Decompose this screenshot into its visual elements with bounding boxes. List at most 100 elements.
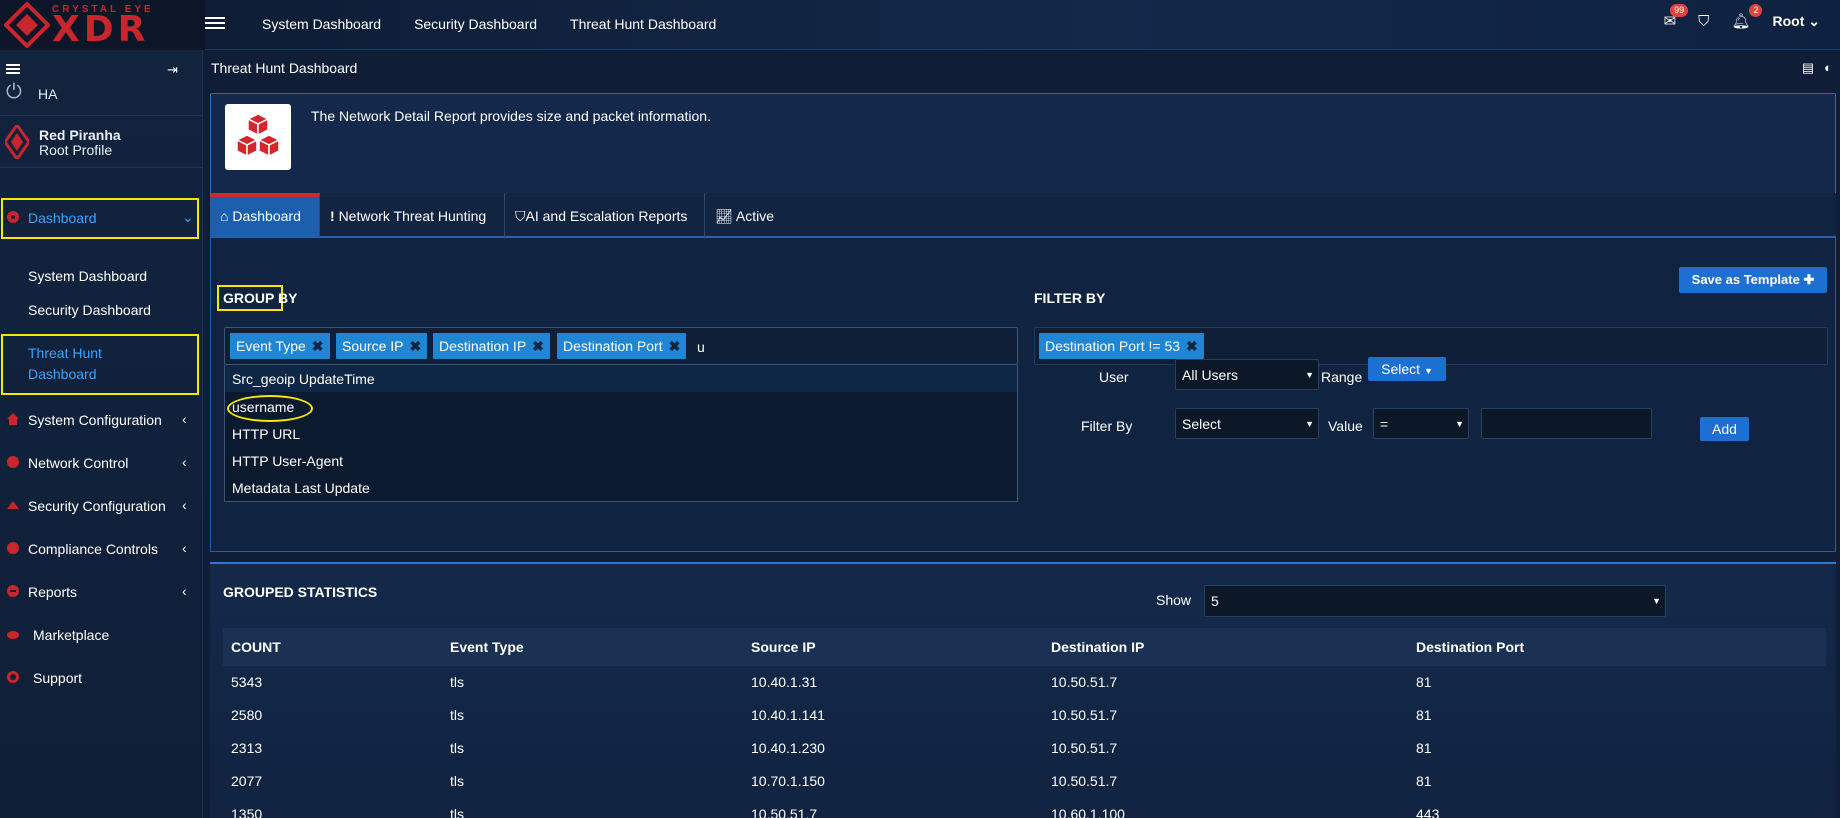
range-label: Range bbox=[1321, 369, 1363, 385]
show-count-value: 5 bbox=[1211, 593, 1219, 609]
tab-bar: ⌂ Dashboard ! Network Threat Hunting ⛉AI… bbox=[210, 193, 1836, 270]
topnav-system-dashboard[interactable]: System Dashboard bbox=[262, 16, 381, 32]
suggestion-item[interactable]: HTTP User-Agent bbox=[232, 453, 343, 469]
tab-label: AI and Escalation Reports bbox=[525, 208, 688, 224]
user-select-value: All Users bbox=[1182, 367, 1239, 383]
value-operator-select[interactable]: = ▼ bbox=[1373, 408, 1469, 439]
highlight-threat-hunt bbox=[1, 334, 199, 395]
save-template-label: Save as Template bbox=[1691, 272, 1800, 287]
sidebar-item-network-control[interactable]: Network Control ‹ bbox=[0, 442, 203, 484]
home-icon: ⌂ bbox=[220, 208, 229, 224]
table-row: 2580 tls 10.40.1.141 10.50.51.7 81 bbox=[223, 699, 1826, 732]
user-menu[interactable]: Root ⌄ bbox=[1772, 13, 1820, 30]
column-header[interactable]: Source IP bbox=[751, 628, 816, 666]
sidebar-sub-security-dashboard[interactable]: Security Dashboard bbox=[28, 302, 151, 318]
cubes-icon bbox=[225, 104, 291, 170]
remove-tag-icon[interactable]: ✖ bbox=[409, 338, 421, 354]
column-header[interactable]: Event Type bbox=[450, 628, 524, 666]
suggestion-item[interactable]: Metadata Last Update bbox=[232, 480, 370, 496]
sidebar-sub-system-dashboard[interactable]: System Dashboard bbox=[28, 268, 147, 284]
cell-event-type: tls bbox=[450, 707, 464, 723]
report-description: The Network Detail Report provides size … bbox=[311, 108, 711, 124]
remove-tag-icon[interactable]: ✖ bbox=[669, 338, 681, 354]
filter-by-select[interactable]: Select ▼ bbox=[1175, 408, 1319, 439]
sidebar-sub-threat-hunt-line2[interactable]: Dashboard bbox=[28, 366, 97, 382]
sidebar-item-support[interactable]: Support bbox=[0, 657, 203, 699]
bell-badge: 2 bbox=[1749, 4, 1763, 17]
bell-icon[interactable]: 🔔︎ 2 bbox=[1731, 4, 1763, 30]
group-by-input[interactable]: Event Type ✖ Source IP ✖ Destination IP ✖ D… bbox=[224, 327, 1018, 365]
user-name: Root bbox=[1772, 12, 1805, 29]
sidebar-item-system-configuration[interactable]: System Configuration ‹ bbox=[0, 399, 203, 441]
sidebar-item-security-configuration[interactable]: Security Configuration ‹ bbox=[0, 485, 203, 527]
brand-name: XDR bbox=[52, 9, 150, 50]
show-count-select[interactable]: 5 ▼ bbox=[1204, 585, 1666, 617]
grouped-statistics-panel: GROUPED STATISTICS Show 5 ▼ COUNT Event … bbox=[210, 562, 1836, 818]
group-tag-source-ip: Source IP ✖ bbox=[336, 333, 428, 359]
topnav-security-dashboard[interactable]: Security Dashboard bbox=[414, 16, 537, 32]
cell-destination-port: 81 bbox=[1416, 740, 1432, 756]
home-icon bbox=[7, 413, 19, 425]
remove-tag-icon[interactable]: ✖ bbox=[532, 338, 544, 354]
remove-tag-icon[interactable]: ✖ bbox=[1186, 338, 1198, 354]
sidebar: ⇥ ⏻ HA Red Piranha Root Profile Dashboar… bbox=[0, 50, 203, 818]
sidebar-item-marketplace[interactable]: Marketplace bbox=[0, 614, 203, 656]
add-filter-button[interactable]: Add bbox=[1700, 417, 1749, 441]
support-icon bbox=[7, 671, 19, 683]
table-row: 5343 tls 10.40.1.31 10.50.51.7 81 bbox=[223, 666, 1826, 699]
plus-icon: ✚ bbox=[1803, 272, 1815, 287]
tab-network-threat-hunting[interactable]: ! Network Threat Hunting bbox=[320, 193, 505, 237]
sign-out-icon[interactable]: ⇥ bbox=[167, 62, 178, 78]
ha-label: HA bbox=[38, 86, 58, 102]
sidebar-item-reports[interactable]: Reports ‹ bbox=[0, 571, 203, 613]
value-input[interactable] bbox=[1481, 408, 1652, 439]
group-tag-destination-port: Destination Port ✖ bbox=[557, 333, 687, 359]
filter-by-label: FILTER BY bbox=[1034, 290, 1106, 306]
chevron-down-icon: ⌄ bbox=[1808, 12, 1820, 29]
top-bar: CRYSTAL EYE XDR System Dashboard Securit… bbox=[0, 0, 1840, 50]
save-as-template-button[interactable]: Save as Template ✚ bbox=[1679, 267, 1827, 293]
cell-destination-ip: 10.50.51.7 bbox=[1051, 773, 1118, 789]
sidebar-item-compliance-controls[interactable]: Compliance Controls ‹ bbox=[0, 528, 203, 570]
toggle-icon[interactable]: ◐ bbox=[1824, 60, 1832, 76]
column-header[interactable]: COUNT bbox=[231, 628, 281, 666]
column-header[interactable]: Destination IP bbox=[1051, 628, 1144, 666]
page-title: Threat Hunt Dashboard bbox=[211, 60, 358, 76]
network-icon bbox=[7, 456, 19, 468]
tag-label: Destination IP bbox=[439, 338, 527, 354]
sidebar-sub-threat-hunt-line1[interactable]: Threat Hunt bbox=[28, 345, 102, 361]
caret-down-icon: ▼ bbox=[1305, 419, 1314, 429]
range-select-button[interactable]: Select ▼ bbox=[1368, 357, 1446, 381]
remove-tag-icon[interactable]: ✖ bbox=[312, 338, 324, 354]
tab-dashboard[interactable]: ⌂ Dashboard bbox=[210, 193, 320, 237]
sidebar-collapse-icon[interactable] bbox=[6, 62, 20, 76]
sidebar-item-label: System Configuration bbox=[28, 412, 162, 428]
user-select[interactable]: All Users ▼ bbox=[1175, 359, 1319, 390]
column-header[interactable]: Destination Port bbox=[1416, 628, 1524, 666]
mail-icon[interactable]: ✉ 99 bbox=[1664, 4, 1689, 30]
chevron-left-icon: ‹ bbox=[182, 497, 187, 513]
sidebar-item-label: Support bbox=[33, 670, 83, 686]
cell-destination-ip: 10.50.51.7 bbox=[1051, 707, 1118, 723]
topnav-threat-hunt-dashboard[interactable]: Threat Hunt Dashboard bbox=[570, 16, 716, 32]
suggestion-item[interactable]: Src_geoip UpdateTime bbox=[232, 371, 375, 387]
cell-destination-port: 81 bbox=[1416, 674, 1432, 690]
tag-label: Event Type bbox=[236, 338, 306, 354]
shield-icon bbox=[7, 501, 19, 509]
book-icon[interactable]: ▤ bbox=[1802, 60, 1814, 76]
query-panel: GROUP BY Event Type ✖ Source IP ✖ Destinat… bbox=[210, 237, 1836, 552]
tab-active-session[interactable]: 📈︎ Active Session bbox=[705, 193, 835, 270]
suggestion-item[interactable]: HTTP URL bbox=[232, 426, 300, 442]
cell-event-type: tls bbox=[450, 806, 464, 818]
cell-count: 2580 bbox=[231, 707, 263, 723]
shield-icon[interactable]: ⛉ bbox=[1698, 13, 1709, 30]
filter-by-field-label: Filter By bbox=[1081, 418, 1133, 434]
caret-down-icon: ▼ bbox=[1423, 366, 1433, 376]
menu-toggle-icon[interactable] bbox=[205, 14, 225, 34]
tab-ai-escalation-reports[interactable]: ⛉AI and Escalation Reports bbox=[505, 193, 705, 237]
user-label: User bbox=[1099, 369, 1129, 385]
cell-destination-ip: 10.60.1.100 bbox=[1051, 806, 1125, 818]
profile-avatar-icon bbox=[5, 125, 29, 159]
show-label: Show bbox=[1156, 592, 1192, 608]
logo[interactable]: CRYSTAL EYE XDR bbox=[0, 0, 205, 50]
